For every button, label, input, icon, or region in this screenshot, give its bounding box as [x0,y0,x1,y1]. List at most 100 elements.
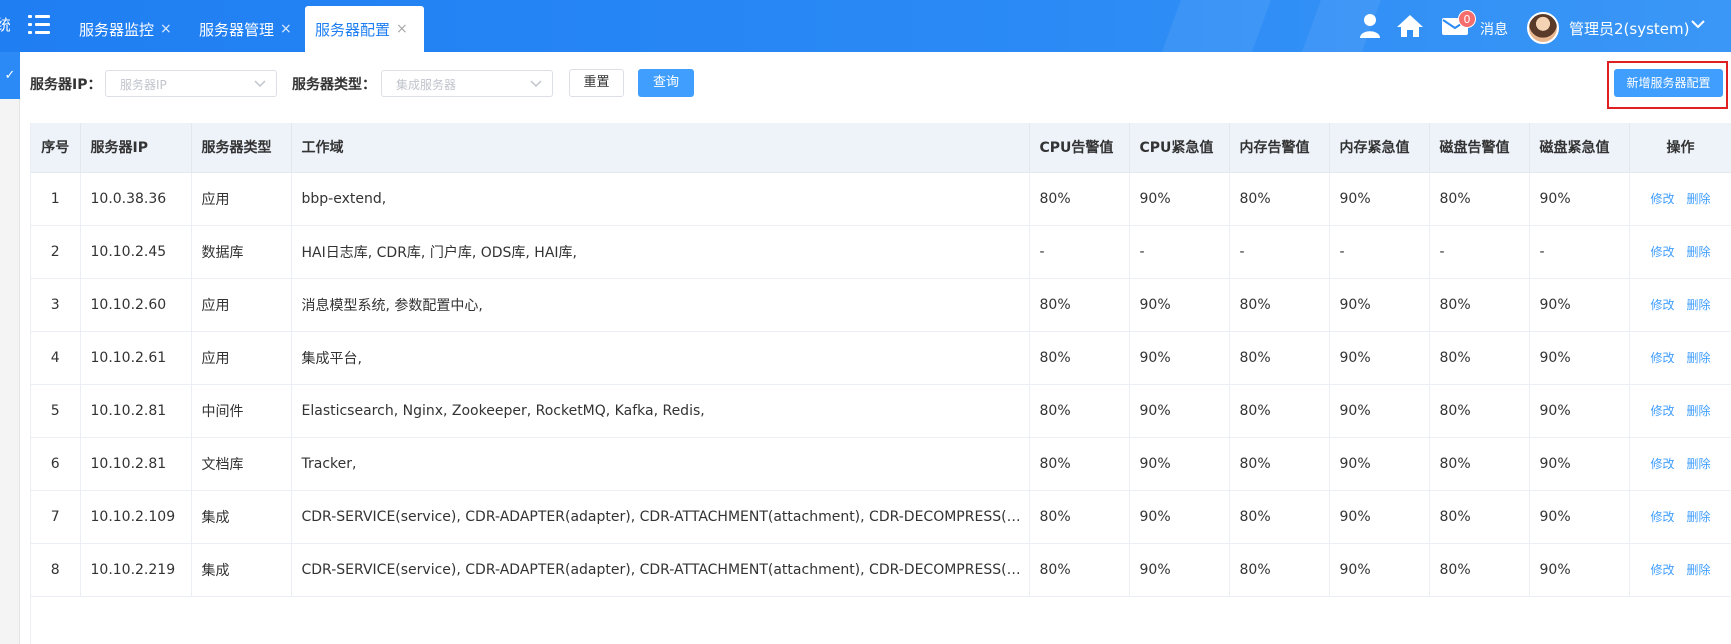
cell-server-ip: 10.10.2.81 [80,384,192,438]
cell-disk-warning: 80% [1429,437,1530,491]
edit-link[interactable]: 修改 [1650,192,1674,206]
avatar[interactable] [1527,12,1559,44]
cell-row-index: 8 [31,543,81,597]
tab-label: 服务器监控 [79,20,155,39]
cell-work-domain: HAI日志库, CDR库, 门户库, ODS库, HAI库, [291,225,1030,279]
chevron-down-icon [530,80,542,88]
column-header: 磁盘紧急值 [1529,123,1630,173]
cell-work-domain: CDR-SERVICE(service), CDR-ADAPTER(adapte… [291,490,1030,544]
cell-memory-warning: 80% [1229,278,1330,332]
delete-link[interactable]: 删除 [1687,192,1711,206]
cell-actions: 修改 删除 [1629,225,1731,279]
cell-disk-warning: 80% [1429,543,1530,597]
close-icon[interactable]: × [396,21,408,37]
cell-memory-critical: 90% [1329,437,1430,491]
cell-disk-critical: 90% [1529,543,1630,597]
delete-link[interactable]: 删除 [1687,563,1711,577]
header-decoration [1155,0,1275,52]
cell-cpu-critical: 90% [1129,278,1230,332]
server-ip-select[interactable]: 服务器IP [105,70,277,97]
table-row: 1 10.0.38.36 应用 bbp-extend, 80% 90% 80% 90% 80% 9… [31,172,1731,226]
server-type-select[interactable]: 集成服务器 [381,70,553,97]
cell-cpu-warning: 80% [1029,384,1130,438]
delete-link[interactable]: 删除 [1687,351,1711,365]
query-button[interactable]: 查询 [638,69,694,97]
cell-work-domain: 消息模型系统, 参数配置中心, [291,278,1030,332]
cell-cpu-warning: 80% [1029,437,1130,491]
cell-memory-warning: 80% [1229,490,1330,544]
user-icon[interactable] [1359,13,1381,39]
chevron-down-icon [254,80,266,88]
table-row: 2 10.10.2.45 数据库 HAI日志库, CDR库, 门户库, ODS库, H… [31,225,1731,279]
menu-icon[interactable] [28,15,50,35]
cell-server-ip: 10.10.2.61 [80,331,192,385]
cell-disk-warning: 80% [1429,490,1530,544]
cell-memory-warning: 80% [1229,437,1330,491]
cell-disk-critical: 90% [1529,490,1630,544]
home-icon[interactable] [1396,14,1424,38]
cell-memory-warning: 80% [1229,543,1330,597]
column-header: 服务器IP [80,123,192,173]
cell-server-ip: 10.10.2.60 [80,278,192,332]
cell-cpu-warning: 80% [1029,278,1130,332]
message-badge: 0 [1458,10,1476,28]
cell-server-type: 数据库 [191,225,292,279]
table-row: 4 10.10.2.61 应用 集成平台, 80% 90% 80% 90% 80% 90% 修改 删除 [31,331,1731,385]
user-menu[interactable]: 管理员2(system) [1569,18,1689,39]
cell-cpu-critical: - [1129,225,1230,279]
delete-link[interactable]: 删除 [1687,298,1711,312]
cell-disk-critical: 90% [1529,278,1630,332]
edit-link[interactable]: 修改 [1650,404,1674,418]
tab-label: 服务器管理 [199,20,275,39]
close-icon[interactable]: × [160,21,172,37]
cell-memory-critical: 90% [1329,490,1430,544]
system-title-fragment: 统 [0,16,10,34]
cell-row-index: 2 [31,225,81,279]
cell-disk-warning: 80% [1429,278,1530,332]
cell-actions: 修改 删除 [1629,490,1731,544]
edit-link[interactable]: 修改 [1650,457,1674,471]
tab-server-monitor[interactable]: 服务器监控 × [69,6,177,52]
cell-memory-warning: 80% [1229,384,1330,438]
cell-disk-critical: 90% [1529,384,1630,438]
table-row: 7 10.10.2.109 集成 CDR-SERVICE(service), CDR-… [31,490,1731,544]
cell-memory-critical: 90% [1329,172,1430,226]
cell-disk-critical: 90% [1529,331,1630,385]
cell-row-index: 3 [31,278,81,332]
edit-link[interactable]: 修改 [1650,563,1674,577]
close-icon[interactable]: × [280,21,292,37]
column-header: 磁盘告警值 [1429,123,1530,173]
edit-link[interactable]: 修改 [1650,351,1674,365]
delete-link[interactable]: 删除 [1687,404,1711,418]
delete-link[interactable]: 删除 [1687,245,1711,259]
cell-actions: 修改 删除 [1629,437,1731,491]
server-ip-label: 服务器IP： [30,77,102,93]
cell-memory-warning: - [1229,225,1330,279]
cell-cpu-warning: 80% [1029,490,1130,544]
table-header-row: 序号 服务器IP 服务器类型 工作域 CPU告警值 CPU紧急值 内存告警值 内… [31,123,1731,173]
cell-actions: 修改 删除 [1629,384,1731,438]
chevron-down-icon[interactable] [1690,18,1706,30]
cell-actions: 修改 删除 [1629,543,1731,597]
tab-server-config[interactable]: 服务器配置 × [305,6,424,52]
edit-link[interactable]: 修改 [1650,510,1674,524]
cell-cpu-critical: 90% [1129,172,1230,226]
cell-row-index: 6 [31,437,81,491]
cell-disk-warning: 80% [1429,172,1530,226]
cell-disk-critical: - [1529,225,1630,279]
cell-work-domain: Elasticsearch, Nginx, Zookeeper, RocketM… [291,384,1030,438]
edit-link[interactable]: 修改 [1650,245,1674,259]
tab-server-management[interactable]: 服务器管理 × [189,6,297,52]
messages-link[interactable]: 消息 [1480,19,1508,39]
sidebar-selected-item[interactable]: ✓ [0,52,20,99]
cell-server-ip: 10.10.2.81 [80,437,192,491]
delete-link[interactable]: 删除 [1687,510,1711,524]
cell-cpu-critical: 90% [1129,331,1230,385]
table-body: 1 10.0.38.36 应用 bbp-extend, 80% 90% 80% 90% 80% 9… [31,172,1731,597]
cell-server-ip: 10.10.2.109 [80,490,192,544]
delete-link[interactable]: 删除 [1687,457,1711,471]
cell-server-type: 应用 [191,331,292,385]
reset-button[interactable]: 重置 [569,69,624,97]
edit-link[interactable]: 修改 [1650,298,1674,312]
cell-actions: 修改 删除 [1629,172,1731,226]
